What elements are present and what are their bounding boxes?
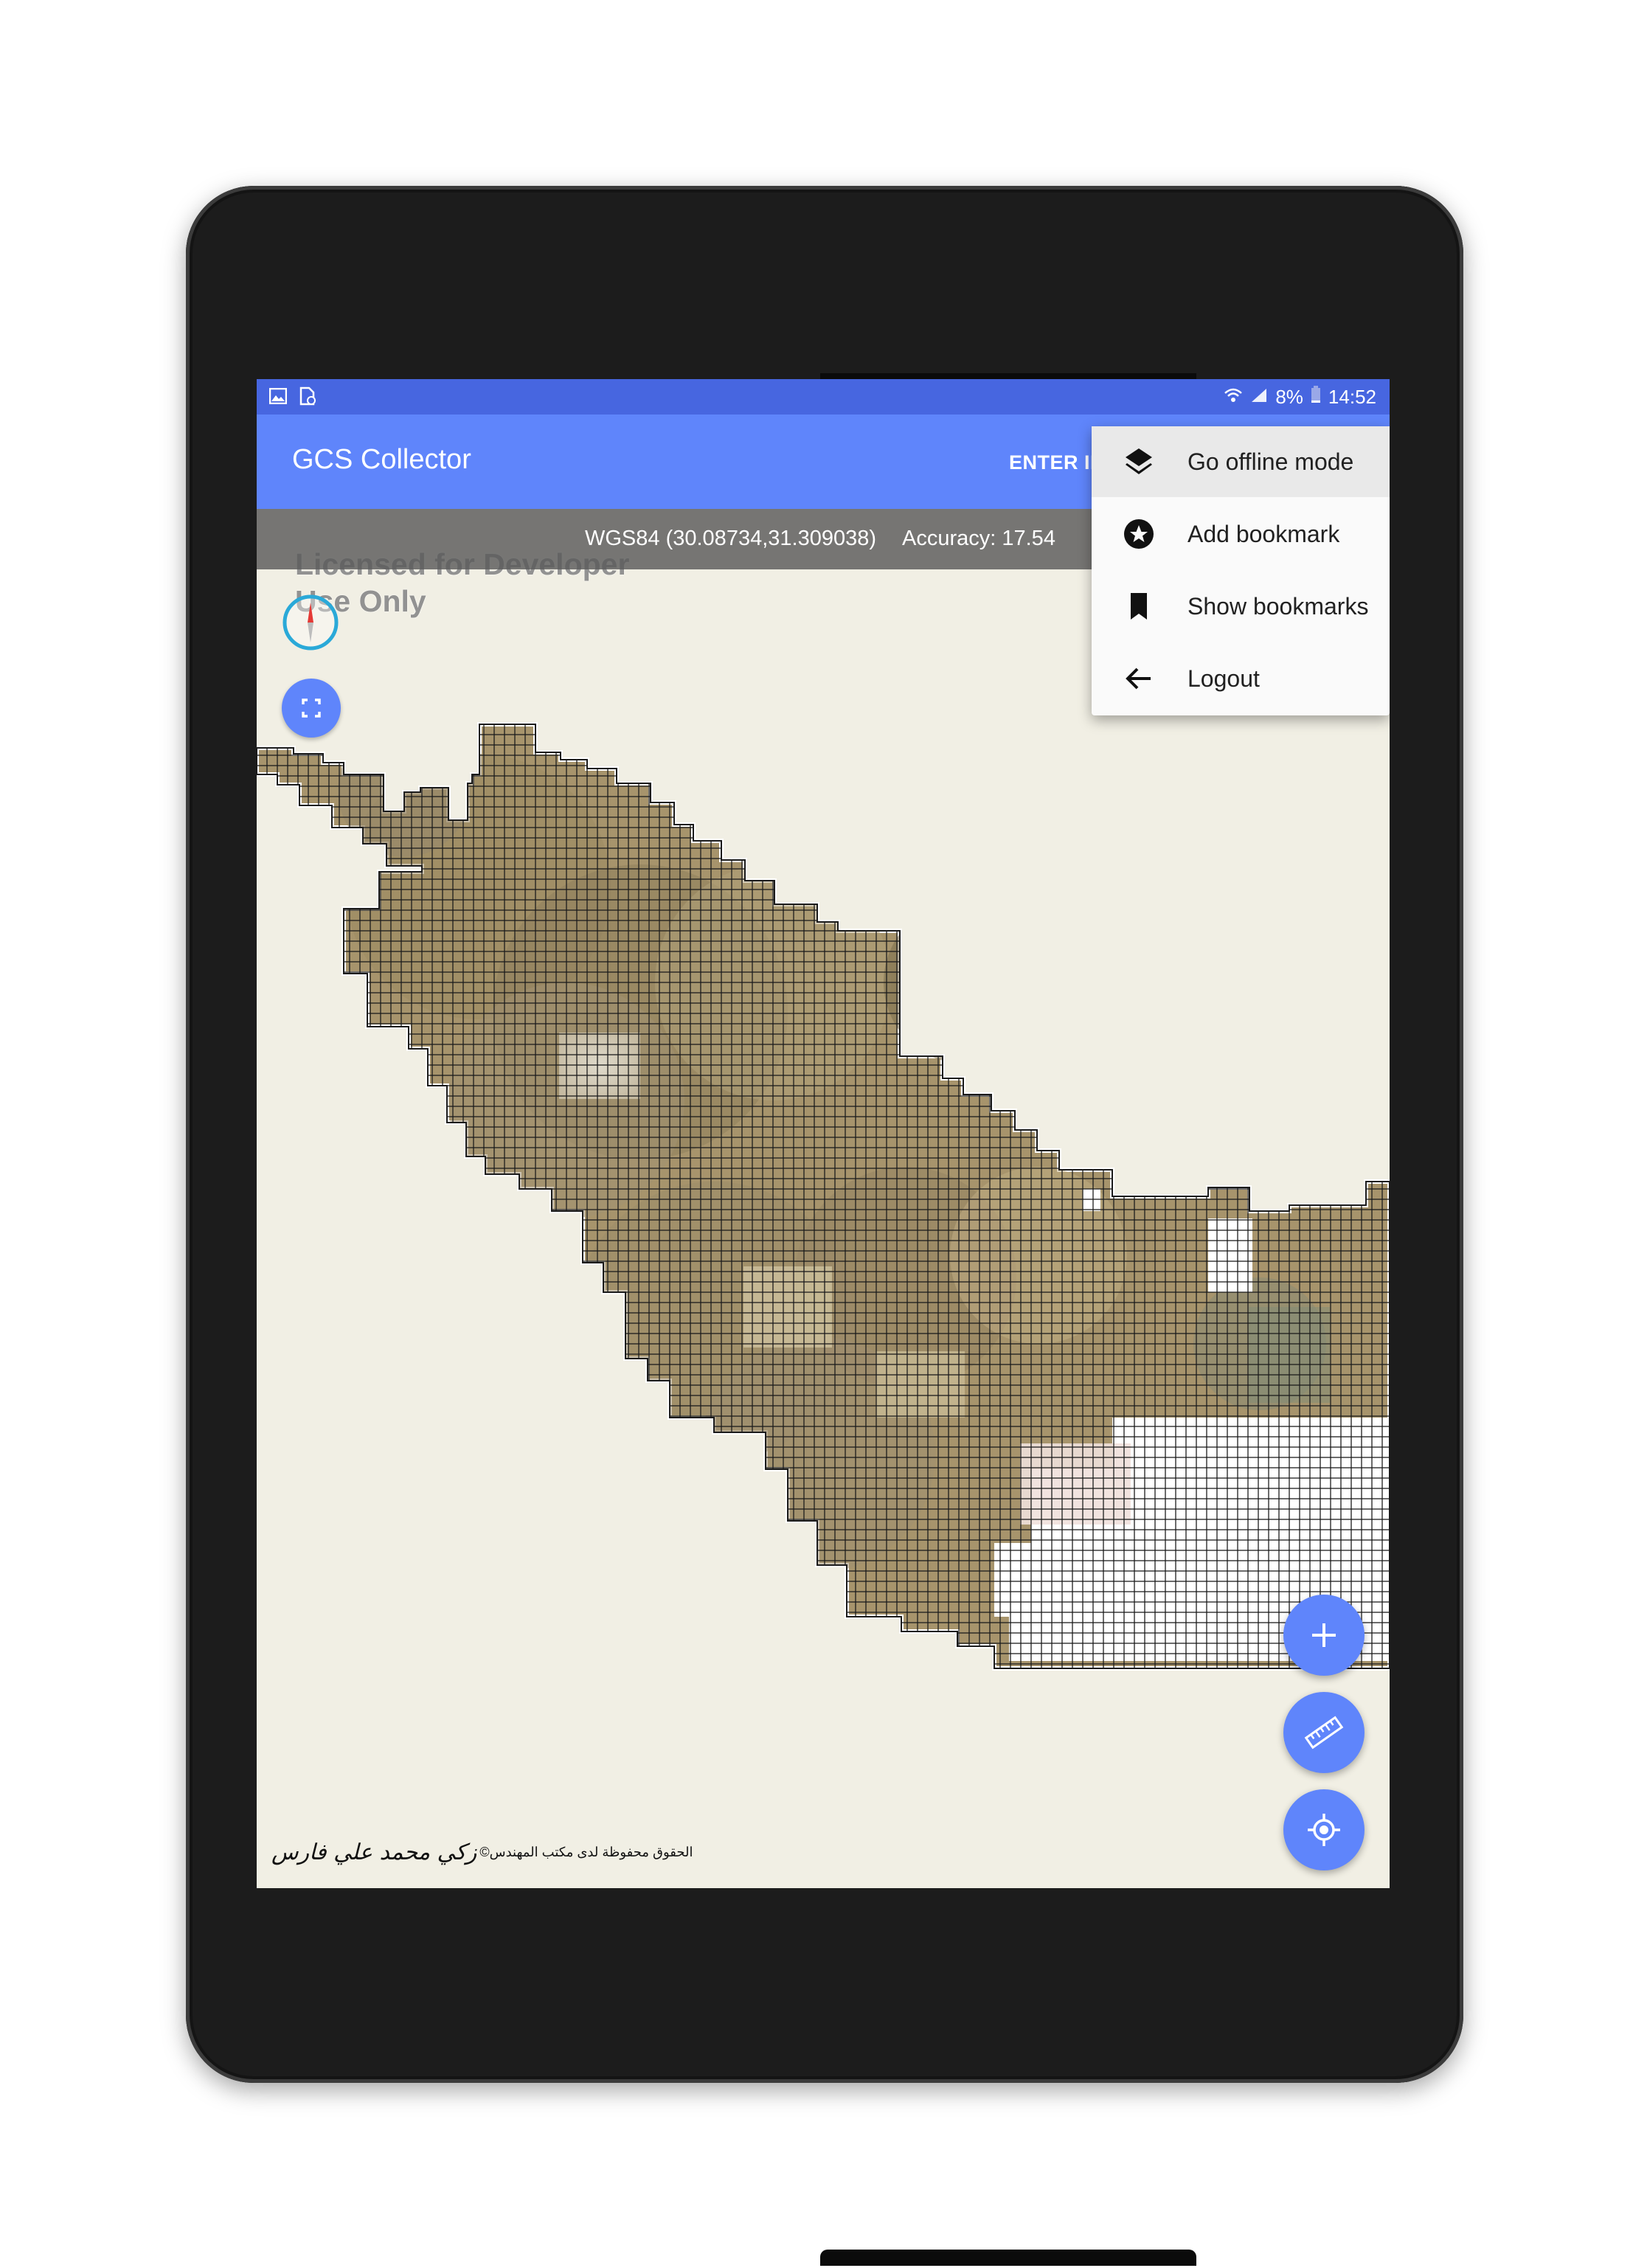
menu-label: Logout <box>1187 665 1260 692</box>
map-copyright: زكي محمد علي فارس ©الحقوق محفوظة لدى مكت… <box>271 1839 693 1865</box>
signal-icon <box>1250 386 1268 409</box>
gallery-icon <box>268 386 288 406</box>
wifi-icon <box>1224 386 1243 409</box>
arrow-back-icon <box>1121 661 1157 696</box>
status-bar: 8% 14:52 <box>257 379 1390 415</box>
star-circle-icon <box>1121 516 1157 552</box>
clock: 14:52 <box>1328 385 1376 408</box>
map-view[interactable] <box>257 569 1390 1888</box>
accuracy-text: Accuracy: 17.54 <box>902 527 1055 550</box>
copyright-signature: زكي محمد علي فارس <box>271 1839 477 1865</box>
menu-label: Show bookmarks <box>1187 592 1369 620</box>
file-download-icon <box>298 386 317 406</box>
coordinates-text: WGS84 (30.08734,31.309038) <box>585 527 876 550</box>
bottom-speaker <box>820 2250 1196 2266</box>
ruler-icon <box>1304 1716 1344 1749</box>
measure-button[interactable] <box>1283 1692 1365 1773</box>
device-screen: Licensed for Developer Use Only زكي محمد… <box>257 379 1390 1888</box>
my-location-icon <box>1308 1814 1340 1846</box>
layers-icon <box>1121 444 1157 479</box>
menu-item-go-offline[interactable]: Go offline mode <box>1092 426 1390 497</box>
add-icon <box>1312 1623 1336 1647</box>
overflow-menu: Go offline mode Add bookmark Show bookma… <box>1092 426 1390 715</box>
menu-item-logout[interactable]: Logout <box>1092 643 1390 714</box>
bookmark-icon <box>1121 589 1157 624</box>
my-location-button[interactable] <box>1283 1789 1365 1870</box>
battery-icon <box>1311 385 1321 409</box>
menu-label: Go offline mode <box>1187 448 1354 475</box>
copyright-text: ©الحقوق محفوظة لدى مكتب المهندس <box>479 1845 693 1859</box>
enter-button[interactable]: ENTER IN <box>1009 451 1105 474</box>
compass-icon[interactable] <box>282 594 339 651</box>
menu-item-show-bookmarks[interactable]: Show bookmarks <box>1092 571 1390 642</box>
map-tiles-layer[interactable] <box>257 569 1390 1888</box>
menu-item-add-bookmark[interactable]: Add bookmark <box>1092 499 1390 569</box>
app-title: GCS Collector <box>292 444 471 475</box>
battery-percent: 8% <box>1275 385 1303 408</box>
add-button[interactable] <box>1283 1595 1365 1676</box>
menu-label: Add bookmark <box>1187 520 1340 547</box>
fullscreen-icon <box>302 698 321 718</box>
fullscreen-button[interactable] <box>282 679 341 738</box>
